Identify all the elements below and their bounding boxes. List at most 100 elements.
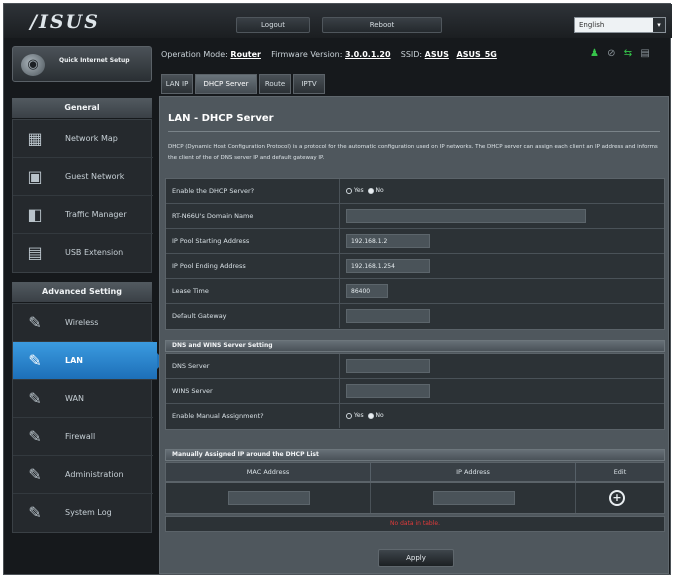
table-row: Lease Time 86400 bbox=[166, 279, 664, 304]
default-gateway-label: Default Gateway bbox=[166, 304, 340, 328]
general-menu: ▦ Network Map ▣ Guest Network ◧ Traffic … bbox=[12, 119, 153, 273]
wrench-icon: ✎ bbox=[28, 465, 42, 484]
sidebar-item-system-log[interactable]: ✎ System Log bbox=[13, 494, 153, 532]
asus-logo: /ISUS bbox=[30, 11, 100, 33]
radio-label: No bbox=[375, 187, 384, 194]
table-row: IP Pool Starting Address 192.168.1.2 bbox=[166, 229, 664, 254]
dns-wins-section-header: DNS and WINS Server Setting bbox=[165, 340, 665, 352]
wins-server-input[interactable] bbox=[346, 384, 430, 398]
ip-pool-start-input[interactable]: 192.168.1.2 bbox=[346, 234, 430, 248]
tab-iptv[interactable]: IPTV bbox=[293, 74, 325, 94]
ip-pool-end-input[interactable]: 192.168.1.254 bbox=[346, 259, 430, 273]
main-content: LAN - DHCP Server DHCP (Dynamic Host Con… bbox=[159, 96, 669, 574]
network-status-icon[interactable]: ⇆ bbox=[624, 48, 632, 59]
add-entry-icon[interactable]: + bbox=[609, 490, 625, 506]
enable-dhcp-label: Enable the DHCP Server? bbox=[166, 179, 340, 203]
page-title: LAN - DHCP Server bbox=[168, 113, 274, 124]
lease-time-input[interactable]: 86400 bbox=[346, 284, 388, 298]
manual-list-section-header: Manually Assigned IP around the DHCP Lis… bbox=[165, 449, 665, 461]
radio-label: No bbox=[375, 412, 384, 419]
router-admin-window: /ISUS Logout Reboot English ▾ ◉ Quick In… bbox=[3, 3, 672, 575]
sidebar-item-label: Guest Network bbox=[65, 172, 125, 181]
table-row: RT-N66U's Domain Name bbox=[166, 204, 664, 229]
sidebar-item-traffic-manager[interactable]: ◧ Traffic Manager bbox=[13, 196, 153, 234]
dns-wins-table: DNS Server WINS Server Enable Manual Ass… bbox=[165, 353, 665, 430]
sidebar-item-label: Administration bbox=[65, 470, 124, 479]
apply-button[interactable]: Apply bbox=[378, 549, 454, 567]
wrench-icon: ✎ bbox=[28, 351, 42, 370]
ip-address-column-header: IP Address bbox=[371, 463, 576, 481]
manual-yes-radio[interactable] bbox=[346, 412, 352, 419]
table-row: Enable Manual Assignment? Yes No bbox=[166, 404, 664, 429]
chevron-down-icon: ▾ bbox=[653, 18, 665, 32]
dns-server-input[interactable] bbox=[346, 359, 430, 373]
advanced-section-title: Advanced Setting bbox=[12, 282, 152, 302]
enable-dhcp-radio-group: Yes No bbox=[346, 184, 384, 198]
table-row: Default Gateway bbox=[166, 304, 664, 329]
logout-button[interactable]: Logout bbox=[236, 17, 310, 33]
radio-label: Yes bbox=[354, 187, 364, 194]
dns-server-label: DNS Server bbox=[166, 354, 340, 378]
sidebar-item-label: WAN bbox=[65, 394, 84, 403]
ssid-link-2g[interactable]: ASUS bbox=[425, 50, 449, 59]
sidebar-item-label: System Log bbox=[65, 508, 112, 517]
ip-pool-end-label: IP Pool Ending Address bbox=[166, 254, 340, 278]
tab-dhcp-server[interactable]: DHCP Server bbox=[195, 74, 257, 94]
language-select[interactable]: English ▾ bbox=[574, 17, 666, 33]
dhcp-no-radio[interactable] bbox=[367, 187, 374, 194]
printer-status-icon[interactable]: ▤ bbox=[640, 48, 649, 59]
reboot-button[interactable]: Reboot bbox=[322, 17, 442, 33]
radio-label: Yes bbox=[354, 412, 364, 419]
usb-status-icon[interactable]: ⊘ bbox=[607, 48, 615, 59]
edit-column-header: Edit bbox=[613, 468, 627, 476]
mac-address-input[interactable] bbox=[228, 491, 310, 505]
page-description: DHCP (Dynamic Host Configuration Protoco… bbox=[168, 144, 658, 161]
quick-setup-label: Quick Internet Setup bbox=[59, 57, 130, 64]
ssid-link-5g[interactable]: ASUS_5G bbox=[457, 50, 497, 59]
ip-cell bbox=[371, 483, 576, 513]
top-bar: /ISUS Logout Reboot English ▾ bbox=[4, 4, 672, 38]
sidebar-item-wan[interactable]: ✎ WAN bbox=[13, 380, 153, 418]
wrench-icon: ✎ bbox=[28, 503, 42, 522]
dhcp-yes-radio[interactable] bbox=[346, 187, 352, 194]
firmware-label: Firmware Version: bbox=[271, 50, 343, 59]
wrench-icon: ✎ bbox=[28, 427, 42, 446]
sidebar-item-firewall[interactable]: ✎ Firewall bbox=[13, 418, 153, 456]
sidebar-item-label: Wireless bbox=[65, 318, 99, 327]
sidebar-item-lan[interactable]: ✎ LAN bbox=[13, 342, 165, 380]
wrench-icon: ✎ bbox=[28, 313, 42, 332]
domain-name-label: RT-N66U's Domain Name bbox=[166, 204, 340, 228]
default-gateway-input[interactable] bbox=[346, 309, 430, 323]
manual-list-header-row: MAC Address IP Address Edit bbox=[165, 462, 665, 482]
sidebar-item-usb-extension[interactable]: ▤ USB Extension bbox=[13, 234, 153, 272]
title-divider bbox=[168, 131, 660, 132]
sidebar-item-network-map[interactable]: ▦ Network Map bbox=[13, 120, 153, 158]
operation-mode-link[interactable]: Router bbox=[230, 50, 261, 59]
manual-assignment-label: Enable Manual Assignment? bbox=[166, 404, 340, 428]
status-icons: ♟ ⊘ ⇆ ▤ bbox=[590, 48, 655, 59]
domain-name-input[interactable] bbox=[346, 209, 586, 223]
quick-internet-setup-button[interactable]: ◉ Quick Internet Setup bbox=[12, 46, 152, 82]
sidebar-item-guest-network[interactable]: ▣ Guest Network bbox=[13, 158, 153, 196]
network-map-icon: ▦ bbox=[27, 129, 43, 148]
advanced-menu: ✎ Wireless ✎ LAN ✎ WAN ✎ Firewall ✎ Admi… bbox=[12, 303, 165, 533]
globe-icon: ◉ bbox=[21, 54, 45, 76]
tab-lan-ip[interactable]: LAN IP bbox=[161, 74, 193, 94]
sidebar-item-label: Traffic Manager bbox=[65, 210, 127, 219]
sidebar-item-wireless[interactable]: ✎ Wireless bbox=[13, 304, 153, 342]
ip-pool-start-label: IP Pool Starting Address bbox=[166, 229, 340, 253]
manual-no-radio[interactable] bbox=[367, 412, 374, 419]
firmware-version-link[interactable]: 3.0.0.1.20 bbox=[345, 50, 391, 59]
mac-address-column-header: MAC Address bbox=[166, 463, 371, 481]
tab-route[interactable]: Route bbox=[259, 74, 291, 94]
table-row: DNS Server bbox=[166, 354, 664, 379]
user-icon[interactable]: ♟ bbox=[590, 48, 599, 59]
mac-cell bbox=[166, 483, 371, 513]
general-section-title: General bbox=[12, 98, 152, 118]
ip-address-input[interactable] bbox=[433, 491, 515, 505]
wrench-icon: ✎ bbox=[28, 389, 42, 408]
traffic-manager-icon: ◧ bbox=[27, 205, 43, 224]
no-data-message: No data in table. bbox=[165, 516, 665, 532]
sidebar-item-administration[interactable]: ✎ Administration bbox=[13, 456, 153, 494]
sidebar-item-label: Firewall bbox=[65, 432, 96, 441]
